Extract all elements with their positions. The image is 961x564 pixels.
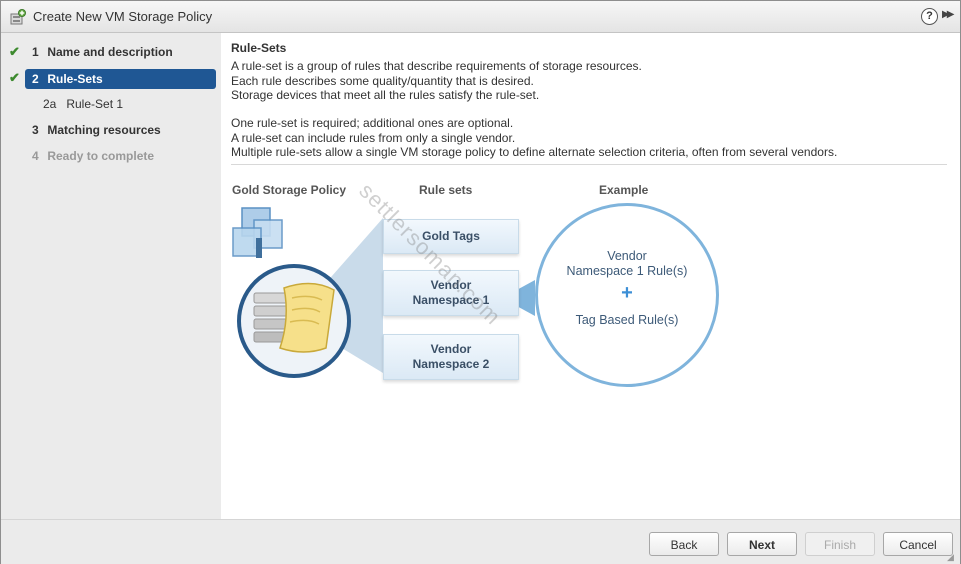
plus-icon: + <box>621 282 633 304</box>
main-content: Rule-Sets A rule-set is a group of rules… <box>222 33 960 519</box>
example-vendor: Vendor <box>607 249 647 263</box>
help-icon[interactable]: ? <box>921 8 938 25</box>
step-number: 2 <box>32 72 39 86</box>
example-namespace-rules: Namespace 1 Rule(s) <box>566 264 688 278</box>
page-title: Rule-Sets <box>231 41 287 55</box>
step-label: Matching resources <box>47 123 161 137</box>
description-line: Storage devices that meet all the rules … <box>231 88 540 102</box>
dialog-title: Create New VM Storage Policy <box>33 9 213 24</box>
finish-button: Finish <box>805 532 875 556</box>
rule-box-vendor-namespace-2: Vendor Namespace 2 <box>383 334 519 380</box>
divider <box>231 164 947 165</box>
step-label: Rule-Set 1 <box>66 97 124 111</box>
diagram-heading-rule-sets: Rule sets <box>419 183 473 197</box>
check-icon: ✔ <box>9 70 20 85</box>
policy-documents-icon <box>232 207 283 258</box>
step-label: Name and description <box>47 45 173 59</box>
dialog-window: Create New VM Storage Policy ? ▶▶ ✔ 1 Na… <box>0 0 961 564</box>
description-paragraph-1: A rule-set is a group of rules that desc… <box>231 59 642 103</box>
description-line: One rule-set is required; additional one… <box>231 116 514 130</box>
step-rule-set-1[interactable]: 2a Rule-Set 1 <box>25 94 216 114</box>
step-label: Rule-Sets <box>47 72 103 86</box>
step-label: Ready to complete <box>47 149 155 163</box>
description-line: Multiple rule-sets allow a single VM sto… <box>231 145 838 159</box>
description-paragraph-2: One rule-set is required; additional one… <box>231 116 837 160</box>
check-icon: ✔ <box>9 44 20 59</box>
diagram-heading-example: Example <box>599 183 649 197</box>
wizard-steps-sidebar: ✔ 1 Name and description ✔ 2 Rule-Sets 2… <box>1 33 221 519</box>
step-number: 3 <box>32 123 39 137</box>
expand-icon[interactable]: ▶▶ <box>942 9 955 20</box>
back-button[interactable]: Back <box>649 532 719 556</box>
step-number: 1 <box>32 45 39 59</box>
storage-policy-icon <box>10 9 26 25</box>
step-matching-resources[interactable]: 3 Matching resources <box>25 120 216 140</box>
storage-policy-scroll-icon <box>237 264 351 378</box>
step-rule-sets[interactable]: 2 Rule-Sets <box>25 69 216 89</box>
example-circle: Vendor Namespace 1 Rule(s) + Tag Based R… <box>535 203 719 387</box>
resize-grip-icon[interactable]: ◢ <box>947 552 954 563</box>
description-line: A rule-set is a group of rules that desc… <box>231 59 642 73</box>
step-number: 2a <box>43 97 57 111</box>
step-name-and-description[interactable]: 1 Name and description <box>25 42 216 62</box>
wizard-footer: Back Next Finish Cancel ◢ <box>1 519 960 564</box>
step-number: 4 <box>32 149 39 163</box>
step-ready-to-complete: 4 Ready to complete <box>25 146 216 166</box>
description-line: A rule-set can include rules from only a… <box>231 130 516 145</box>
title-bar: Create New VM Storage Policy ? ▶▶ <box>1 1 960 33</box>
diagram-heading-policy: Gold Storage Policy <box>232 183 347 197</box>
description-line: Each rule describes some quality/quantit… <box>231 73 534 88</box>
example-tag-rules: Tag Based Rule(s) <box>575 313 679 327</box>
cancel-button[interactable]: Cancel <box>883 532 953 556</box>
next-button[interactable]: Next <box>727 532 797 556</box>
